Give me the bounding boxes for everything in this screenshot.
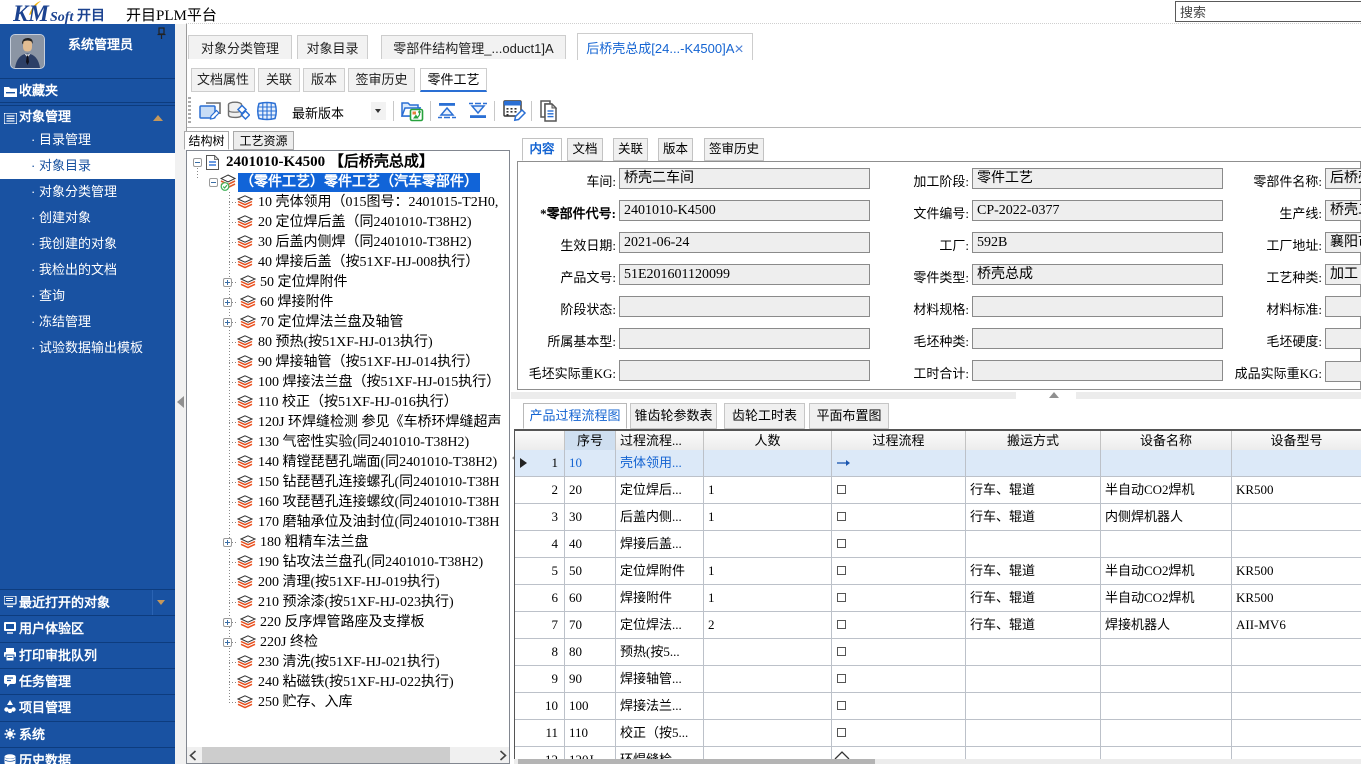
svg-text:Soft: Soft bbox=[50, 10, 74, 24]
svg-text:KM: KM bbox=[13, 1, 50, 24]
svg-text:开目: 开目 bbox=[77, 7, 105, 23]
